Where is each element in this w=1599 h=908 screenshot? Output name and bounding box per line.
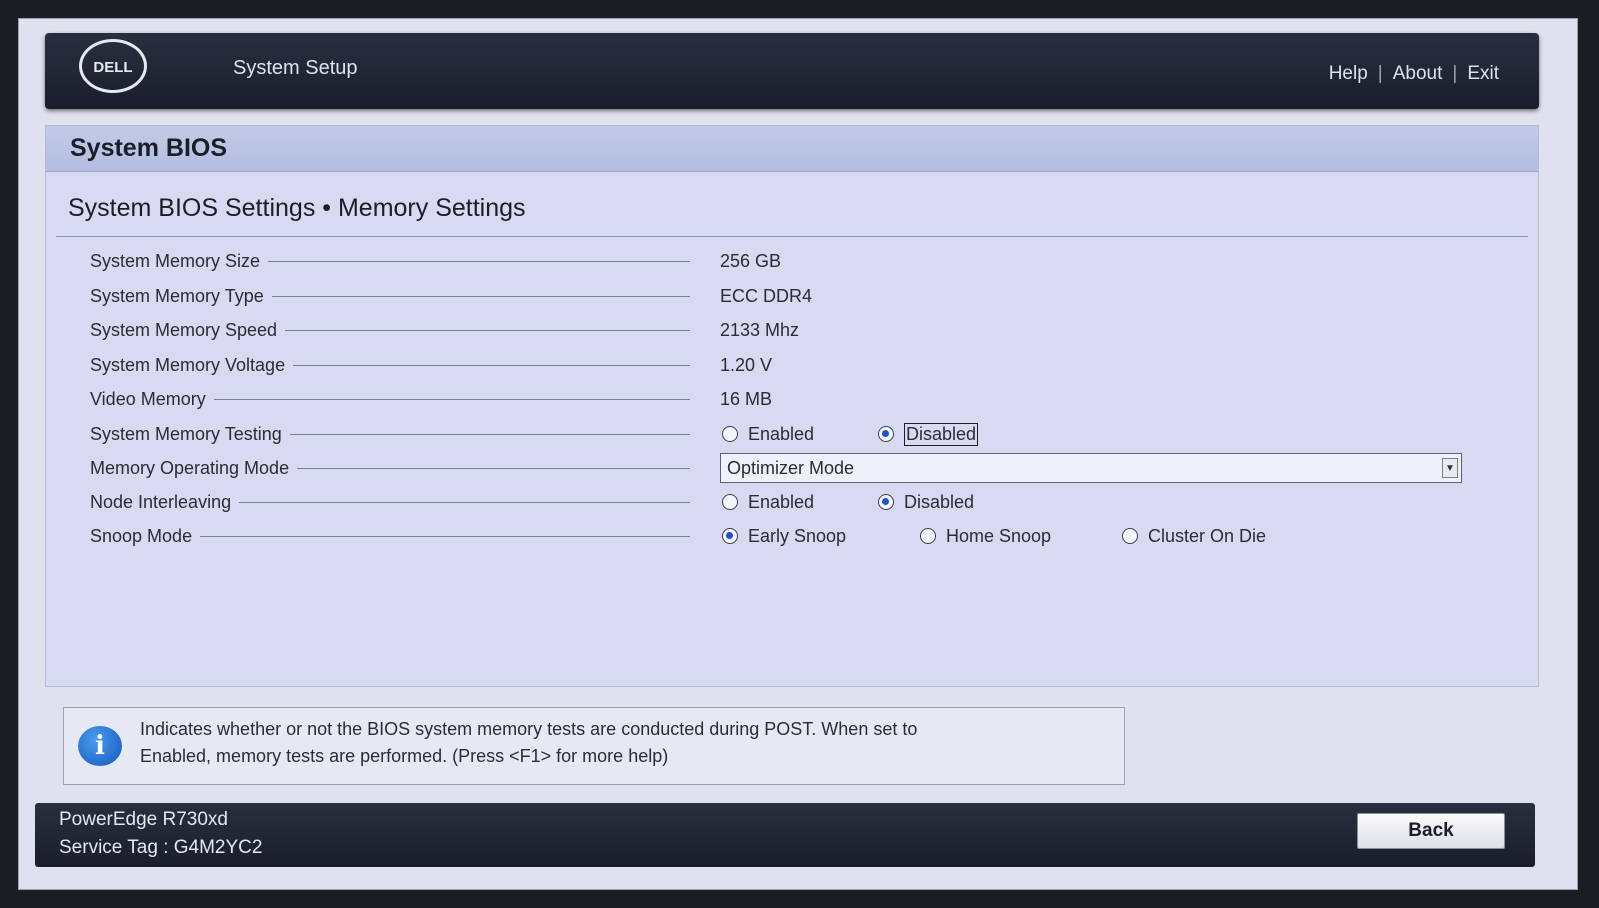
radio-option-cluster-on-die[interactable]: Cluster On Die — [1122, 521, 1266, 551]
radio-label: Enabled — [748, 491, 815, 512]
help-link[interactable]: Help — [1329, 63, 1368, 85]
bios-screen: DELL System Setup Help | About | Exit Sy… — [18, 18, 1578, 890]
radio-button-selected[interactable] — [878, 494, 894, 510]
radio-label: Home Snoop — [946, 525, 1052, 546]
setting-row-memory-operating-mode: Memory Operating Mode Optimizer Mode ▼ — [90, 453, 1490, 483]
leader-line — [293, 364, 690, 366]
nav-separator: | — [1452, 63, 1458, 84]
system-model: PowerEdge R730xd — [59, 809, 228, 830]
leader-line — [268, 260, 690, 262]
setting-row-node-interleaving: Node Interleaving Enabled Disabled — [90, 487, 1490, 517]
header-nav: Help | About | Exit — [1329, 63, 1499, 85]
help-text: Indicates whether or not the BIOS system… — [140, 716, 1110, 770]
setting-row-memory-speed: System Memory Speed 2133 Mhz — [90, 315, 1490, 345]
setting-row-memory-type: System Memory Type ECC DDR4 — [90, 281, 1490, 311]
setting-row-memory-voltage: System Memory Voltage 1.20 V — [90, 350, 1490, 380]
app-title: System Setup — [233, 57, 358, 79]
svg-text:DELL: DELL — [93, 59, 132, 76]
setting-value: 16 MB — [720, 388, 773, 409]
help-info-box: i Indicates whether or not the BIOS syst… — [63, 707, 1125, 785]
radio-button-selected[interactable] — [878, 426, 894, 442]
leader-line — [239, 501, 690, 503]
radio-label: Disabled — [904, 491, 975, 512]
setting-label: Video Memory — [90, 388, 206, 409]
leader-line — [213, 398, 690, 400]
setting-label: System Memory Testing — [90, 423, 282, 444]
back-button[interactable]: Back — [1357, 813, 1505, 849]
setting-row-video-memory: Video Memory 16 MB — [90, 384, 1490, 414]
setting-value: 2133 Mhz — [720, 319, 800, 340]
chevron-down-icon[interactable]: ▼ — [1442, 458, 1458, 478]
setting-row-memory-testing: System Memory Testing Enabled Disabled — [90, 419, 1490, 449]
exit-link[interactable]: Exit — [1467, 63, 1499, 85]
setting-row-memory-size: System Memory Size 256 GB — [90, 246, 1490, 276]
memory-mode-select[interactable]: Optimizer Mode ▼ — [720, 453, 1462, 483]
setting-label: System Memory Voltage — [90, 354, 286, 375]
help-text-line: Indicates whether or not the BIOS system… — [140, 719, 918, 739]
radio-option-enabled[interactable]: Enabled — [722, 419, 814, 449]
leader-line — [297, 467, 690, 469]
leader-line — [271, 295, 690, 297]
radio-option-enabled[interactable]: Enabled — [722, 487, 814, 517]
radio-label: Enabled — [748, 423, 815, 444]
setting-label: System Memory Size — [90, 250, 261, 271]
about-link[interactable]: About — [1393, 63, 1443, 85]
radio-option-disabled[interactable]: Disabled — [878, 487, 974, 517]
radio-option-home-snoop[interactable]: Home Snoop — [920, 521, 1051, 551]
footer-bar: PowerEdge R730xd Service Tag : G4M2YC2 B… — [35, 803, 1535, 867]
leader-line — [289, 433, 690, 435]
leader-line — [285, 329, 690, 331]
setting-value: 1.20 V — [720, 354, 773, 375]
radio-button[interactable] — [722, 494, 738, 510]
header-bar: DELL System Setup Help | About | Exit — [45, 33, 1539, 109]
help-text-line: Enabled, memory tests are performed. (Pr… — [140, 746, 669, 766]
setting-label: System Memory Type — [90, 285, 264, 306]
radio-label-focused: Disabled — [904, 422, 979, 446]
setting-label: System Memory Speed — [90, 319, 278, 340]
radio-button[interactable] — [920, 528, 936, 544]
radio-button[interactable] — [1122, 528, 1138, 544]
radio-label: Cluster On Die — [1148, 525, 1267, 546]
select-value: Optimizer Mode — [727, 457, 855, 478]
page-subtitle: System BIOS Settings • Memory Settings — [68, 194, 526, 222]
setting-value: ECC DDR4 — [720, 285, 813, 306]
dell-logo-icon: DELL — [93, 59, 132, 76]
settings-panel: System BIOS System BIOS Settings • Memor… — [45, 125, 1539, 687]
subtitle-divider — [56, 236, 1528, 237]
setting-label: Node Interleaving — [90, 491, 232, 512]
panel-title: System BIOS — [46, 126, 1538, 172]
info-icon: i — [78, 726, 122, 766]
service-tag: Service Tag : G4M2YC2 — [59, 837, 263, 858]
radio-label: Early Snoop — [748, 525, 847, 546]
leader-line — [200, 535, 690, 537]
setting-value: 256 GB — [720, 250, 782, 271]
radio-option-disabled[interactable]: Disabled — [878, 419, 979, 449]
nav-separator: | — [1377, 63, 1383, 84]
setting-label: Memory Operating Mode — [90, 457, 290, 478]
setting-row-snoop-mode: Snoop Mode Early Snoop Home Snoop Cluste… — [90, 521, 1490, 551]
radio-button[interactable] — [722, 426, 738, 442]
radio-option-early-snoop[interactable]: Early Snoop — [722, 521, 846, 551]
radio-button-selected[interactable] — [722, 528, 738, 544]
dell-logo: DELL — [79, 39, 147, 93]
setting-label: Snoop Mode — [90, 525, 193, 546]
